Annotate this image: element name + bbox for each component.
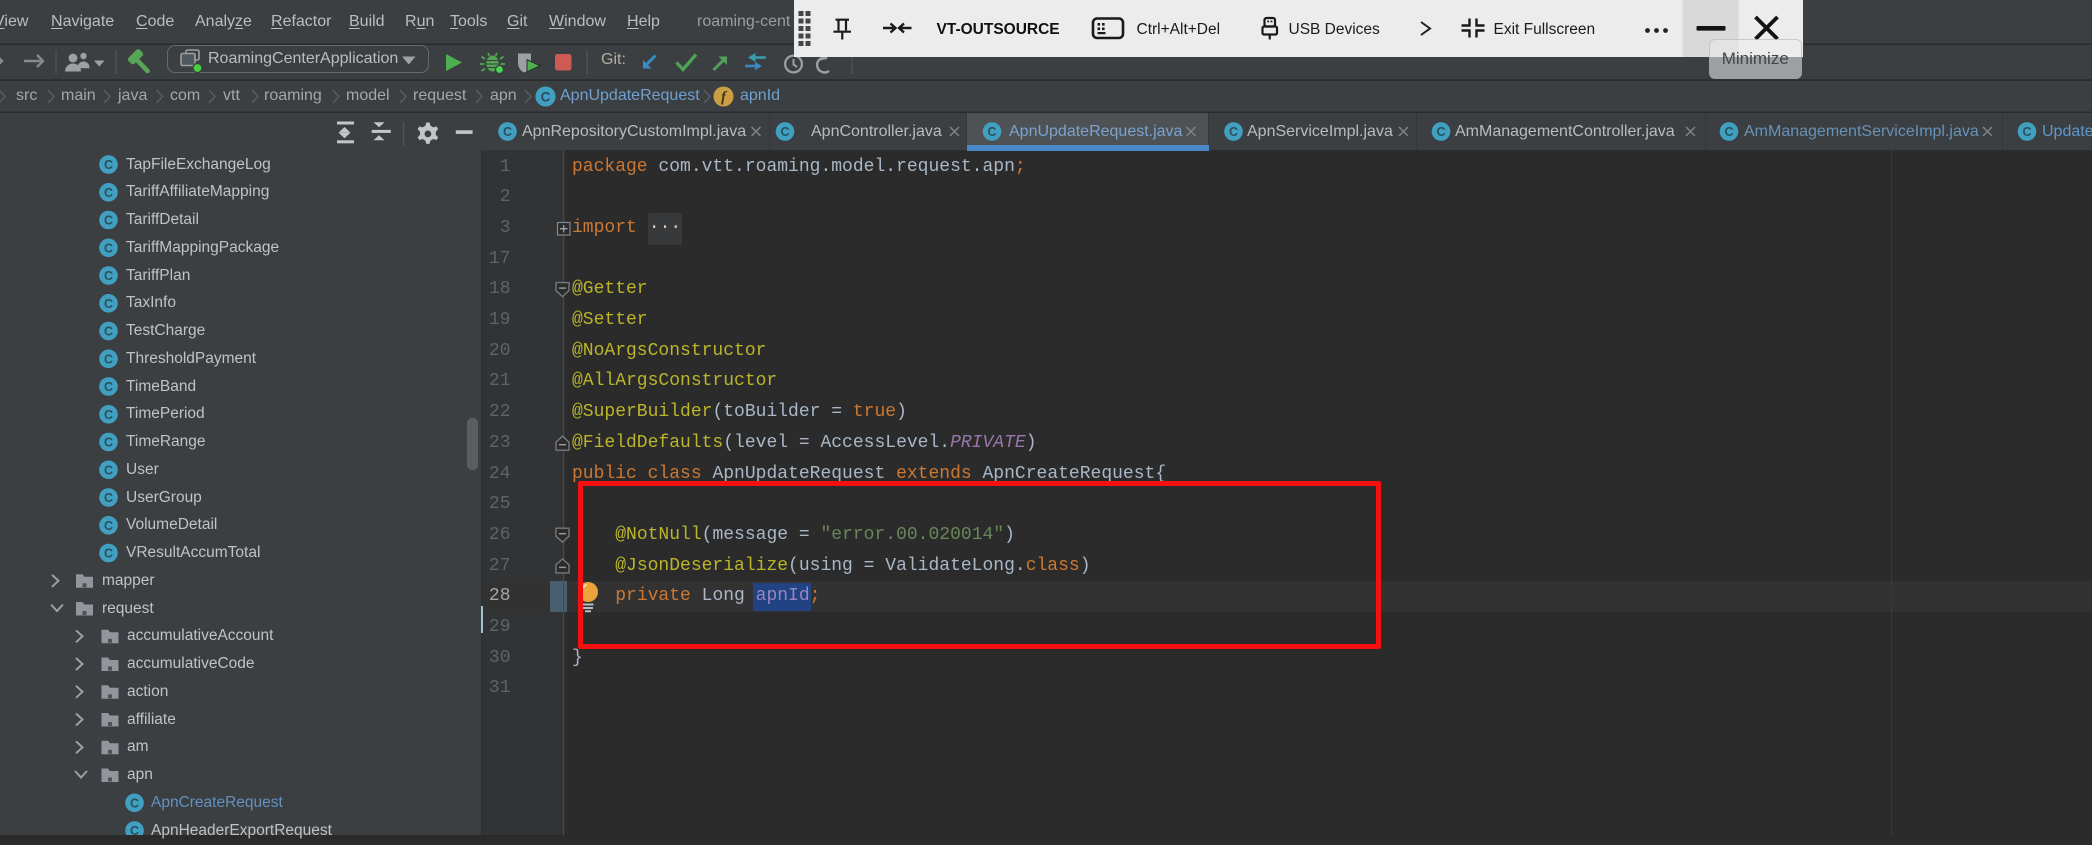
svg-text:Exit Fullscreen: Exit Fullscreen [1493,21,1595,38]
svg-text:Ctrl+Alt+Del: Ctrl+Alt+Del [1136,21,1220,38]
svg-text:VT-OUTSOURCE: VT-OUTSOURCE [936,21,1059,38]
svg-text:USB Devices: USB Devices [1288,21,1380,38]
